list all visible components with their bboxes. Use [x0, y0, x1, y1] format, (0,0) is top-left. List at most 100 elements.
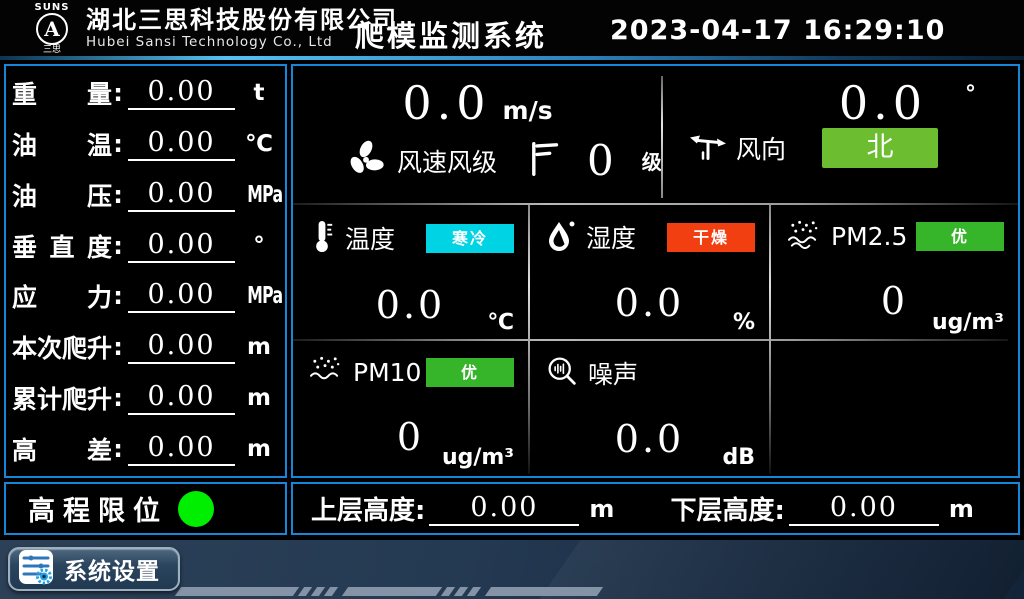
wind-direction-label: 风向 — [736, 130, 786, 166]
sensor-value: 0.00 — [128, 178, 235, 212]
sensor-row-oil-temp: 油温 : 0.00 ℃ — [12, 119, 279, 170]
datetime-display: 2023-04-17 16:29:10 — [610, 15, 945, 46]
sensor-value: 0.00 — [128, 229, 235, 263]
sensor-value: 0.00 — [128, 279, 235, 313]
sensor-row-stress: 应力 : 0.00 MPa — [12, 271, 279, 322]
sensor-value: 0.00 — [128, 381, 235, 415]
wind-direction-value: 0.0 — [839, 80, 927, 126]
sensor-label: 垂直度 — [12, 228, 112, 264]
logo-ring: A — [36, 13, 68, 45]
sensor-unit: m — [239, 334, 279, 360]
humidity-label: 湿度 — [586, 219, 636, 255]
settings-button-label: 系统设置 — [64, 552, 160, 586]
climbing-formwork-monitor-screen: SUNS A 三思 湖北三思科技股份有限公司 Hubei Sansi Techn… — [0, 0, 1024, 599]
sensor-value: 0.00 — [128, 432, 235, 466]
logo-bottom-text: 三思 — [26, 45, 78, 55]
lower-height-label: 下层高度: — [671, 490, 785, 527]
sensor-unit: ℃ — [239, 131, 279, 157]
humidity-cell: 湿度 干燥 0.0 % — [530, 205, 769, 339]
wind-direction-button[interactable]: 北 — [822, 128, 938, 168]
system-settings-button[interactable]: 系统设置 — [8, 547, 180, 591]
layer-heights-box: 上层高度: 0.00 m 下层高度: 0.00 m — [291, 482, 1020, 535]
sensor-unit: t — [239, 80, 279, 106]
temperature-label: 温度 — [345, 220, 395, 256]
wind-speed-value: 0.0 — [402, 76, 490, 130]
footer-decoration — [539, 540, 1024, 599]
pm10-status-badge: 优 — [426, 358, 514, 387]
sensor-label: 油温 — [12, 126, 112, 162]
elevation-limit-label: 高程限位 — [28, 489, 168, 528]
sensor-row-oil-pressure: 油压 : 0.00 MPa — [12, 170, 279, 221]
wind-direction-unit: ° — [965, 82, 976, 107]
elevation-limit-box: 高程限位 — [4, 482, 287, 535]
logo-top-text: SUNS — [26, 2, 78, 13]
droplet-icon — [546, 219, 576, 255]
sensor-label: 应力 — [12, 278, 112, 314]
wind-direction-section: 0.0 ° — [664, 66, 1018, 203]
temperature-status-badge: 寒冷 — [426, 224, 514, 253]
noise-cell: 噪声 0.0 dB — [530, 341, 769, 474]
sensor-label: 本次爬升 — [12, 329, 112, 365]
header: SUNS A 三思 湖北三思科技股份有限公司 Hubei Sansi Techn… — [0, 0, 1024, 60]
pm10-unit: ug/m³ — [442, 445, 514, 470]
settings-sliders-icon — [18, 549, 54, 589]
sensor-value: 0.00 — [128, 127, 235, 161]
noise-icon — [546, 355, 578, 391]
sensor-unit: MPa — [247, 182, 282, 208]
pm25-status-badge: 优 — [916, 222, 1004, 251]
sensor-label: 累计爬升 — [12, 380, 112, 416]
upper-height-value: 0.00 — [429, 492, 579, 526]
sensor-row-total-climb: 累计爬升 : 0.00 m — [12, 373, 279, 424]
sensor-label: 油压 — [12, 177, 112, 213]
header-divider — [0, 56, 1024, 60]
sensor-label: 高差 — [12, 431, 112, 467]
sensor-unit: ° — [239, 233, 279, 259]
wind-section-divider — [661, 76, 663, 198]
upper-height-unit: m — [589, 495, 614, 523]
company-name: 湖北三思科技股份有限公司 Hubei Sansi Technology Co.,… — [86, 6, 398, 50]
sensor-row-weight: 重量 : 0.00 t — [12, 68, 279, 119]
wind-level-flag-icon — [527, 139, 561, 183]
sensor-row-height-diff: 高差 : 0.00 m — [12, 423, 279, 474]
noise-label: 噪声 — [588, 355, 638, 391]
sensor-value: 0.00 — [128, 76, 235, 110]
humidity-unit: % — [733, 310, 755, 335]
footer-bar: 系统设置 — [0, 540, 1024, 599]
wind-vane-icon — [688, 128, 728, 168]
humidity-status-badge: 干燥 — [667, 223, 755, 252]
pm25-label: PM2.5 — [831, 222, 907, 251]
pm25-unit: ug/m³ — [932, 310, 1004, 335]
company-name-cn: 湖北三思科技股份有限公司 — [86, 6, 398, 34]
wind-speed-section: 0.0 m/s 风速风级 — [293, 66, 662, 203]
pm25-cell: PM2.5 优 0 ug/m³ — [771, 205, 1018, 339]
sensor-unit: m — [239, 436, 279, 462]
sensor-value: 0.00 — [128, 330, 235, 364]
pm10-cell: PM10 优 0 ug/m³ — [293, 341, 528, 474]
lower-height-unit: m — [949, 495, 974, 523]
sensor-row-current-climb: 本次爬升 : 0.00 m — [12, 322, 279, 373]
upper-height-label: 上层高度: — [311, 490, 425, 527]
sensor-readout-panel: 重量 : 0.00 t 油温 : 0.00 ℃ 油压 : 0.00 MPa 垂直… — [4, 64, 287, 478]
wind-level-value: 0 — [587, 136, 614, 185]
sensor-unit: m — [239, 385, 279, 411]
dust-icon — [787, 219, 821, 253]
dust-icon — [309, 355, 343, 389]
fan-icon — [345, 138, 387, 184]
upper-height-group: 上层高度: 0.00 m — [311, 490, 641, 527]
elevation-limit-status-light — [178, 491, 214, 527]
pm10-label: PM10 — [353, 358, 421, 387]
wind-speed-unit: m/s — [503, 96, 553, 125]
wind-level-unit: 级 — [642, 146, 662, 175]
wind-speed-label: 风速风级 — [397, 143, 497, 179]
environment-panel: 0.0 m/s 风速风级 — [291, 64, 1020, 478]
sensor-unit: MPa — [247, 283, 282, 309]
temperature-unit: ℃ — [487, 310, 514, 335]
company-logo: SUNS A 三思 — [26, 2, 78, 56]
sensor-row-verticality: 垂直度 : 0.00 ° — [12, 220, 279, 271]
lower-height-value: 0.00 — [789, 492, 939, 526]
lower-height-group: 下层高度: 0.00 m — [671, 490, 1001, 527]
company-name-en: Hubei Sansi Technology Co., Ltd — [86, 34, 398, 50]
page-title: 爬模监测系统 — [355, 13, 547, 55]
footer-stripe-decoration — [178, 587, 600, 596]
sensor-label: 重量 — [12, 75, 112, 111]
